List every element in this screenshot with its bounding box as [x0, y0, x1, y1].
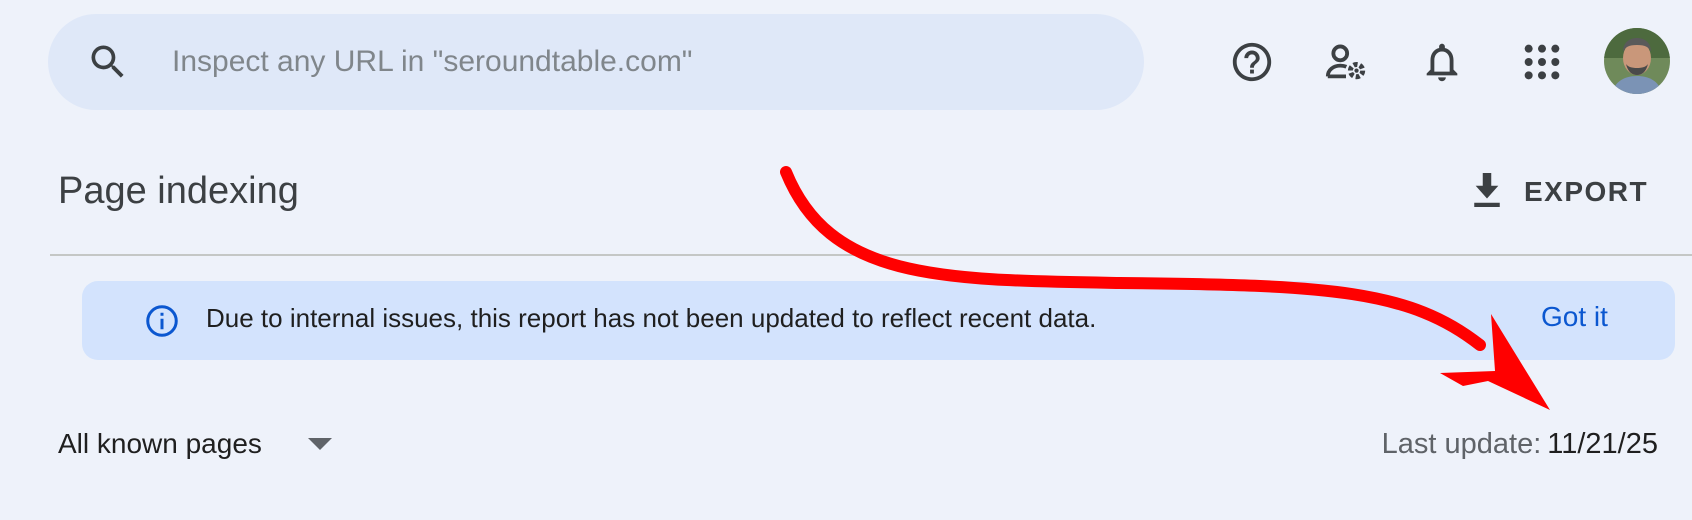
manage-users-icon[interactable]: [1322, 38, 1370, 86]
got-it-button[interactable]: Got it: [1541, 301, 1608, 333]
last-update: Last update: 11/21/25: [1382, 428, 1658, 461]
header-divider: [50, 254, 1692, 256]
export-label: EXPORT: [1524, 176, 1649, 207]
notifications-icon[interactable]: [1418, 38, 1466, 86]
help-icon[interactable]: [1228, 38, 1276, 86]
export-button[interactable]: EXPORT: [1470, 168, 1648, 216]
apps-grid-icon[interactable]: [1518, 38, 1566, 86]
search-bar[interactable]: [48, 14, 1144, 110]
page-title: Page indexing: [58, 170, 299, 212]
last-update-value: 11/21/25: [1547, 428, 1658, 460]
info-icon: [144, 303, 180, 339]
download-icon: [1470, 170, 1504, 215]
page-filter-dropdown[interactable]: All known pages: [58, 428, 332, 460]
info-banner: Due to internal issues, this report has …: [82, 281, 1675, 360]
search-icon[interactable]: [86, 40, 130, 84]
filter-selected-value: All known pages: [58, 428, 262, 459]
avatar[interactable]: [1604, 28, 1670, 94]
chevron-down-icon: [307, 438, 332, 450]
last-update-label: Last update:: [1381, 428, 1542, 460]
search-input[interactable]: [164, 14, 1092, 110]
banner-message: Due to internal issues, this report has …: [206, 303, 1097, 333]
